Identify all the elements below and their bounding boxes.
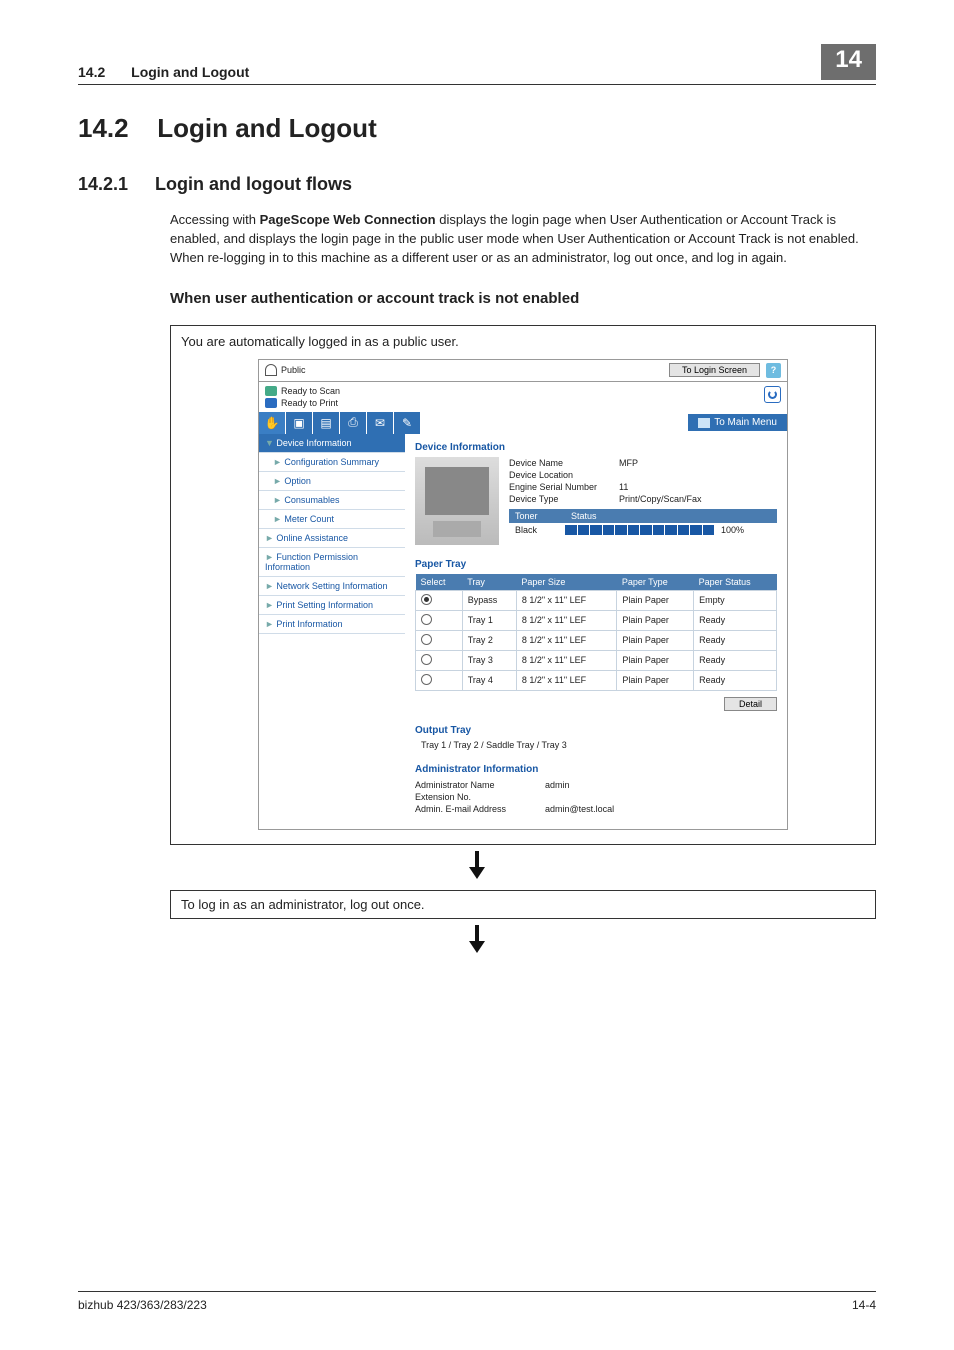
to-login-screen-button[interactable]: To Login Screen (669, 363, 760, 377)
table-header: Paper Size (516, 574, 616, 591)
header-section-number: 14.2 (78, 64, 105, 80)
sidebar-item[interactable]: ► Print Information (259, 615, 405, 634)
tab-job-icon[interactable]: ▣ (286, 412, 312, 434)
sidebar-item[interactable]: ► Function Permission Information (259, 548, 405, 577)
toner-header: TonerStatus (509, 509, 777, 523)
tree-marker-icon: ▼ (265, 438, 274, 448)
toner-row: Black100% (509, 523, 777, 537)
tab-customize-icon[interactable]: ✎ (394, 412, 420, 434)
intro-paragraph: Accessing with PageScope Web Connection … (170, 211, 876, 268)
table-row: Tray 18 1/2" x 11" LEFPlain PaperReady (416, 610, 777, 630)
sidebar-item[interactable]: ► Configuration Summary (259, 453, 405, 472)
shot-main: Device Information Device NameMFPDevice … (405, 434, 787, 829)
printer-status-text: Ready to Print (281, 398, 338, 408)
refresh-icon[interactable] (764, 386, 781, 403)
table-row: Tray 28 1/2" x 11" LEFPlain PaperReady (416, 630, 777, 650)
flow-step-1-text: You are automatically logged in as a pub… (181, 334, 865, 349)
device-info-row: Device NameMFP (509, 457, 777, 469)
table-header: Paper Status (694, 574, 777, 591)
table-row: Bypass8 1/2" x 11" LEFPlain PaperEmpty (416, 590, 777, 610)
shot-title-bar: Public To Login Screen ? (258, 359, 788, 382)
toner-level-bar (565, 525, 715, 535)
paper-detail-button[interactable]: Detail (724, 697, 777, 711)
device-info-row: Device Location (509, 469, 777, 481)
output-tray-heading: Output Tray (415, 725, 777, 736)
tab-store-icon[interactable]: ✉ (367, 412, 393, 434)
tree-marker-icon: ► (273, 476, 282, 486)
help-icon[interactable]: ? (766, 363, 781, 378)
sidebar-item[interactable]: ► Online Assistance (259, 529, 405, 548)
subsection-number: 14.2.1 (78, 174, 150, 195)
admin-info-row: Admin. E-mail Addressadmin@test.local (415, 803, 777, 815)
section-heading: 14.2 Login and Logout (78, 113, 876, 144)
device-info-row: Device TypePrint/Copy/Scan/Fax (509, 493, 777, 505)
tab-print-icon[interactable]: ⎙ (340, 412, 366, 434)
table-header: Select (416, 574, 463, 591)
sidebar-item[interactable]: ► Meter Count (259, 510, 405, 529)
tree-marker-icon: ► (265, 600, 274, 610)
table-row: Tray 48 1/2" x 11" LEFPlain PaperReady (416, 670, 777, 690)
subsection-heading: 14.2.1 Login and logout flows (78, 174, 876, 195)
table-header: Tray (462, 574, 516, 591)
admin-info-row: Extension No. (415, 791, 777, 803)
tree-marker-icon: ► (273, 514, 282, 524)
page-footer: bizhub 423/363/283/223 14-4 (78, 1291, 876, 1312)
tray-select-radio[interactable] (421, 654, 432, 665)
sidebar-item[interactable]: ► Option (259, 472, 405, 491)
current-user: Public (281, 365, 306, 375)
scanner-status-icon (265, 386, 277, 396)
section-number: 14.2 (78, 113, 150, 144)
footer-model: bizhub 423/363/283/223 (78, 1298, 207, 1312)
running-header: 14.2 Login and Logout 14 (78, 44, 876, 85)
tab-information-icon[interactable]: ✋ (259, 412, 285, 434)
tree-marker-icon: ► (265, 581, 274, 591)
table-header: Paper Type (617, 574, 694, 591)
sidebar-item[interactable]: ► Print Setting Information (259, 596, 405, 615)
sidebar-item[interactable]: ► Consumables (259, 491, 405, 510)
shot-sidebar: ▼ Device Information► Configuration Summ… (259, 434, 405, 829)
web-connection-screenshot: Public To Login Screen ? Ready to Scan R… (258, 359, 788, 830)
tree-marker-icon: ► (265, 533, 274, 543)
tray-select-radio[interactable] (421, 674, 432, 685)
to-main-menu-button[interactable]: To Main Menu (688, 414, 787, 431)
chapter-badge: 14 (821, 44, 876, 80)
footer-page: 14-4 (852, 1298, 876, 1312)
flow-arrow-2 (78, 925, 876, 958)
scanner-status-text: Ready to Scan (281, 386, 340, 396)
user-icon (265, 364, 277, 376)
scenario-heading: When user authentication or account trac… (170, 290, 876, 307)
paper-tray-heading: Paper Tray (415, 559, 777, 570)
tray-select-radio[interactable] (421, 594, 432, 605)
header-section-title: Login and Logout (131, 64, 249, 80)
flow-step-2-text: To log in as an administrator, log out o… (181, 897, 425, 912)
sidebar-item[interactable]: ▼ Device Information (259, 434, 405, 453)
tray-select-radio[interactable] (421, 614, 432, 625)
tray-select-radio[interactable] (421, 634, 432, 645)
admin-info-row: Administrator Nameadmin (415, 779, 777, 791)
flow-step-2: To log in as an administrator, log out o… (170, 890, 876, 919)
tree-marker-icon: ► (273, 457, 282, 467)
tree-marker-icon: ► (265, 619, 274, 629)
device-info-heading: Device Information (415, 442, 777, 453)
tab-box-icon[interactable]: ▤ (313, 412, 339, 434)
tree-marker-icon: ► (265, 552, 274, 562)
paper-tray-table: SelectTrayPaper SizePaper TypePaper Stat… (415, 574, 777, 691)
output-tray-line: Tray 1 / Tray 2 / Saddle Tray / Tray 3 (415, 740, 777, 750)
shot-tab-row: ✋ ▣ ▤ ⎙ ✉ ✎ To Main Menu (258, 412, 788, 434)
table-row: Tray 38 1/2" x 11" LEFPlain PaperReady (416, 650, 777, 670)
main-menu-icon (698, 418, 710, 428)
section-title: Login and Logout (157, 113, 377, 143)
shot-status-bar: Ready to Scan Ready to Print (258, 382, 788, 412)
admin-info-heading: Administrator Information (415, 764, 777, 775)
sidebar-item[interactable]: ► Network Setting Information (259, 577, 405, 596)
flow-arrow-1 (78, 851, 876, 884)
printer-status-icon (265, 398, 277, 408)
tree-marker-icon: ► (273, 495, 282, 505)
device-info-row: Engine Serial Number11 (509, 481, 777, 493)
flow-step-1: You are automatically logged in as a pub… (170, 325, 876, 845)
subsection-title: Login and logout flows (155, 174, 352, 194)
device-image (415, 457, 499, 545)
